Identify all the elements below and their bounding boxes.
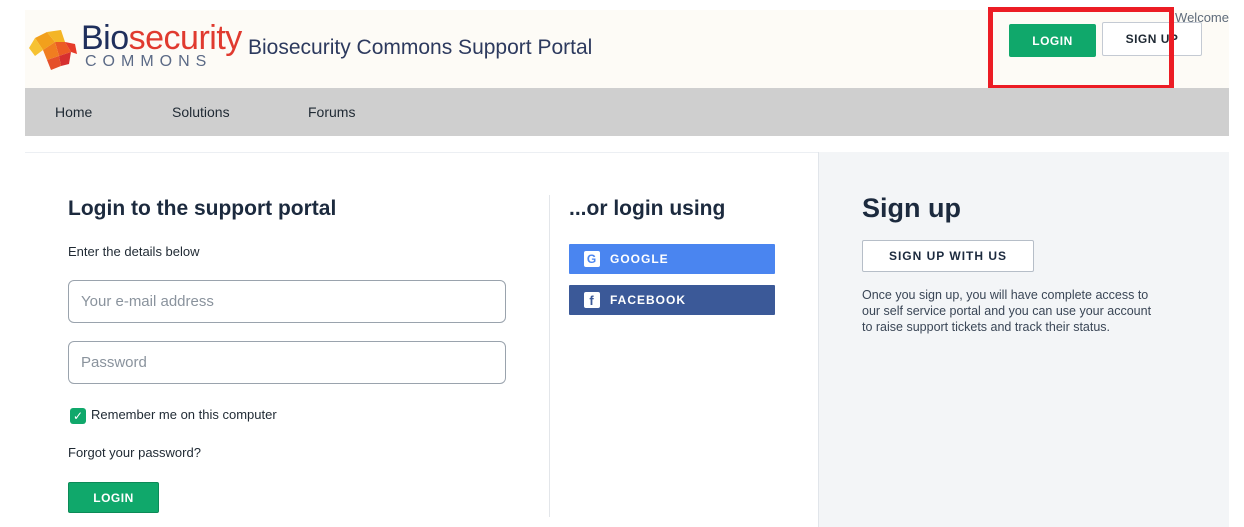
signup-with-us-button[interactable]: SIGN UP WITH US	[862, 240, 1034, 272]
logo-word-accent: security	[128, 19, 243, 57]
logo-word-primary: Bio	[81, 19, 129, 57]
facebook-f-icon: f	[584, 292, 600, 308]
nav-item-forums[interactable]: Forums	[308, 104, 355, 120]
remember-me-label[interactable]: Remember me on this computer	[91, 407, 277, 422]
signup-description: Once you sign up, you will have complete…	[862, 288, 1152, 334]
google-login-label: GOOGLE	[610, 252, 669, 266]
facebook-login-label: FACEBOOK	[610, 293, 687, 307]
password-field[interactable]	[68, 341, 506, 384]
header-login-button[interactable]: LOGIN	[1009, 24, 1096, 57]
email-field[interactable]	[68, 280, 506, 323]
forgot-password-link[interactable]: Forgot your password?	[68, 445, 201, 460]
social-login-heading: ...or login using	[569, 197, 726, 220]
login-heading: Login to the support portal	[68, 197, 337, 220]
column-divider	[549, 195, 550, 517]
login-subtitle: Enter the details below	[68, 244, 200, 259]
main-navbar: Home Solutions Forums	[25, 88, 1229, 136]
signup-heading: Sign up	[862, 193, 961, 223]
remember-me-checkbox[interactable]: ✓	[70, 408, 86, 424]
logo-mark-icon	[29, 30, 77, 70]
header-signup-button[interactable]: SIGN UP	[1102, 22, 1202, 56]
nav-item-solutions[interactable]: Solutions	[172, 104, 230, 120]
google-login-button[interactable]: G GOOGLE	[569, 244, 775, 274]
portal-title: Biosecurity Commons Support Portal	[248, 36, 593, 59]
logo-wordmark: Biosecurity	[81, 20, 242, 56]
logo-subword: COMMONS	[85, 53, 213, 70]
nav-item-home[interactable]: Home	[55, 104, 92, 120]
google-g-icon: G	[584, 251, 600, 267]
login-submit-button[interactable]: LOGIN	[68, 482, 159, 513]
facebook-login-button[interactable]: f FACEBOOK	[569, 285, 775, 315]
